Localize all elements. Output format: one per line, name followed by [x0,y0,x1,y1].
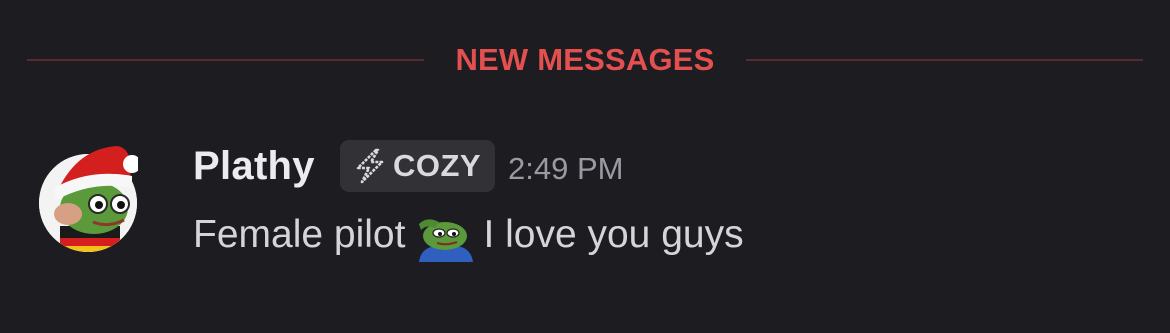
new-messages-divider-right [746,59,1143,61]
pepe-santa-avatar-icon [39,146,141,252]
role-tag[interactable]: COZY [340,140,495,192]
role-tag-label: COZY [393,148,482,183]
pepe-salute-emote-icon[interactable] [413,212,475,262]
new-messages-label: NEW MESSAGES [455,42,715,77]
message-text-after-emote: I love you guys [483,213,744,256]
message-username[interactable]: Plathy [193,142,315,190]
lightning-bolt-icon [356,148,384,184]
message-content: Female pilot I love you guys [193,207,744,263]
avatar[interactable] [38,138,141,253]
message-text-before-emote: Female pilot [193,213,406,256]
chat-view: NEW MESSAGES Plathy COZY 2:49 PM Female … [0,0,1170,333]
message-timestamp[interactable]: 2:49 PM [508,150,623,188]
new-messages-divider-left [27,59,424,61]
